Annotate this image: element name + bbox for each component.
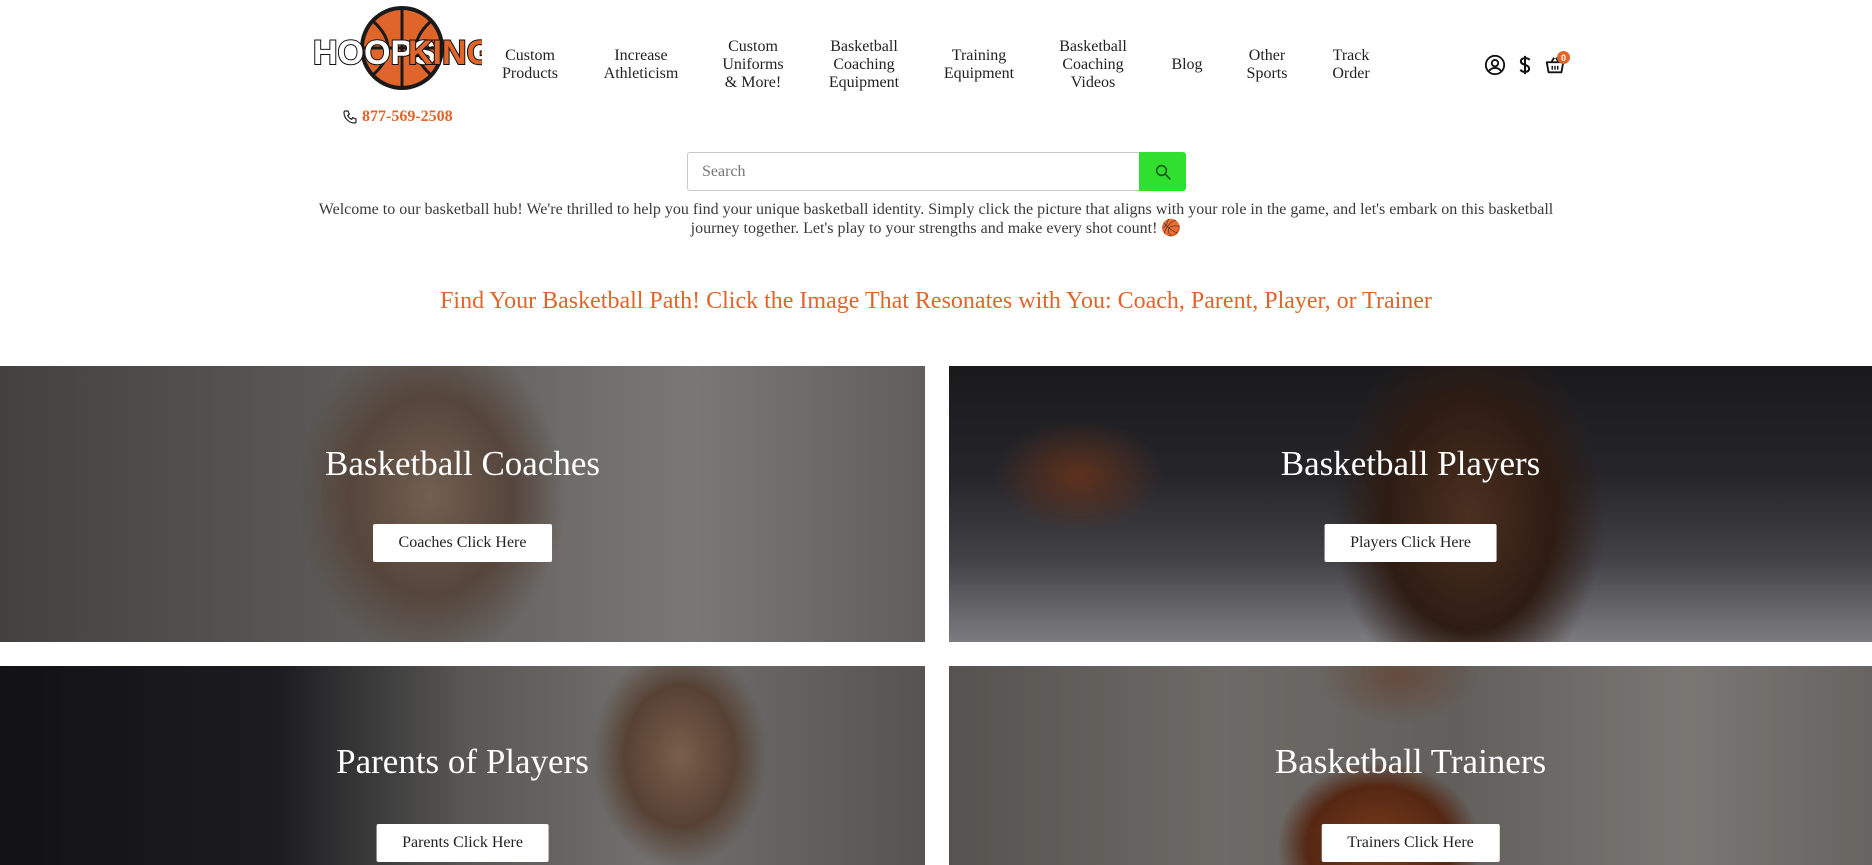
- nav-basketball-coaching-videos[interactable]: Basketball Coaching Videos: [1046, 38, 1140, 92]
- main-nav: Custom Products Increase Athleticism Custo…: [0, 38, 1872, 98]
- path-heading: Find Your Basketball Path! Click the Ima…: [440, 288, 1432, 314]
- parents-card[interactable]: Parents of Players Parents Click Here: [0, 666, 925, 865]
- nav-label-line: & More!: [724, 74, 782, 91]
- coaches-card-title: Basketball Coaches: [324, 444, 601, 483]
- players-click-button[interactable]: Players Click Here: [1324, 524, 1497, 562]
- nav-label-line: Training: [951, 47, 1007, 64]
- coaches-card[interactable]: Basketball Coaches Coaches Click Here: [0, 366, 925, 642]
- nav-basketball-coaching-equipment[interactable]: Basketball Coaching Equipment: [816, 38, 912, 92]
- nav-label-line: Other: [1248, 47, 1286, 64]
- players-card-overlay: [949, 366, 1872, 642]
- search-bar: [687, 152, 1186, 191]
- dollar-icon: [1519, 55, 1531, 75]
- nav-label-line: Equipment: [828, 74, 900, 91]
- trainers-card[interactable]: Basketball Trainers Trainers Click Here: [949, 666, 1872, 865]
- coaches-card-overlay: [0, 366, 925, 642]
- players-card-title: Basketball Players: [1280, 444, 1541, 483]
- nav-label-line: Equipment: [943, 65, 1015, 82]
- nav-label-line: Uniforms: [722, 56, 784, 73]
- phone-icon: [343, 110, 357, 124]
- nav-increase-athleticism[interactable]: Increase Athleticism: [594, 38, 688, 92]
- search-input[interactable]: [687, 152, 1139, 191]
- parents-card-title: Parents of Players: [336, 742, 589, 781]
- nav-label-line: Custom: [505, 47, 555, 64]
- search-button[interactable]: [1139, 152, 1186, 191]
- nav-track-order[interactable]: Track Order: [1320, 38, 1382, 92]
- nav-training-equipment[interactable]: Training Equipment: [932, 38, 1026, 92]
- currency-button[interactable]: [1514, 54, 1536, 76]
- welcome-text: Welcome to our basketball hub! We're thr…: [318, 201, 1554, 237]
- nav-custom-products[interactable]: Custom Products: [488, 38, 572, 92]
- nav-label-line: Blog: [1171, 56, 1203, 73]
- coaches-click-button[interactable]: Coaches Click Here: [372, 524, 553, 562]
- nav-custom-uniforms[interactable]: Custom Uniforms & More!: [710, 38, 796, 92]
- nav-label-line: Coaching: [1062, 56, 1124, 73]
- nav-label-line: Athleticism: [603, 65, 679, 82]
- search-icon: [1155, 164, 1171, 180]
- cart-count-badge: 0: [1557, 51, 1570, 64]
- account-button[interactable]: [1484, 54, 1506, 76]
- nav-label-line: Videos: [1070, 74, 1116, 91]
- nav-blog[interactable]: Blog: [1160, 38, 1214, 92]
- header-icons: 0: [1484, 51, 1570, 76]
- trainers-click-button[interactable]: Trainers Click Here: [1321, 824, 1500, 862]
- cart-button[interactable]: 0: [1544, 51, 1570, 76]
- nav-label-line: Sports: [1246, 65, 1288, 82]
- user-circle-icon: [1484, 54, 1506, 76]
- nav-label-line: Basketball: [830, 38, 898, 55]
- nav-label-line: Products: [502, 65, 558, 82]
- nav-label-line: Order: [1332, 65, 1370, 82]
- nav-label-line: Increase: [614, 47, 668, 64]
- players-card[interactable]: Basketball Players Players Click Here: [949, 366, 1872, 642]
- trainers-card-title: Basketball Trainers: [1274, 742, 1547, 781]
- nav-label-line: Track: [1332, 47, 1370, 64]
- phone-link[interactable]: 877-569-2508: [342, 108, 453, 126]
- nav-other-sports[interactable]: Other Sports: [1236, 38, 1298, 92]
- parents-click-button[interactable]: Parents Click Here: [376, 824, 549, 862]
- phone-number: 877-569-2508: [362, 108, 453, 125]
- nav-label-line: Custom: [728, 38, 778, 55]
- nav-label-line: Coaching: [833, 56, 895, 73]
- nav-label-line: Basketball: [1059, 38, 1127, 55]
